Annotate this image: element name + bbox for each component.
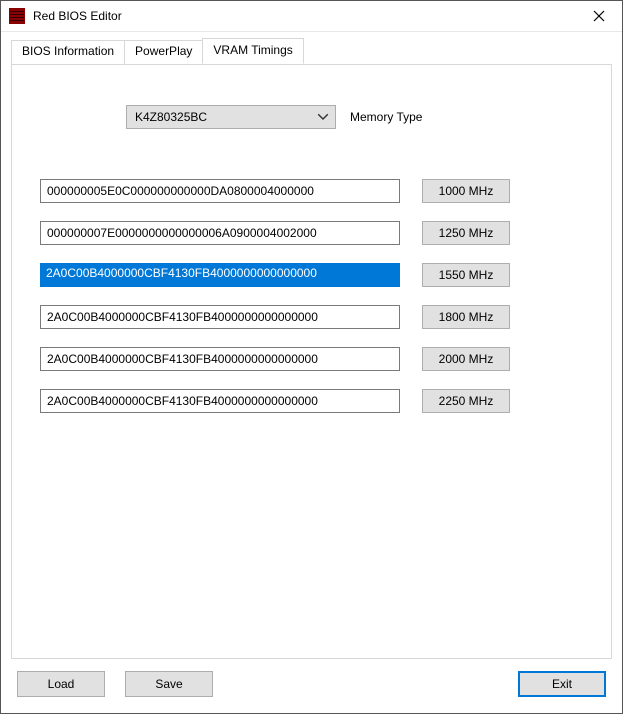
close-button[interactable]	[576, 1, 622, 32]
exit-button[interactable]: Exit	[518, 671, 606, 697]
bottom-button-bar: Load Save Exit	[11, 671, 612, 703]
timing-row: 1000 MHz	[40, 179, 583, 203]
memory-type-dropdown[interactable]: K4Z80325BC	[126, 105, 336, 129]
chevron-down-icon	[317, 111, 329, 123]
tab-vram-timings[interactable]: VRAM Timings	[202, 38, 303, 64]
timing-row: 1250 MHz	[40, 221, 583, 245]
window-title: Red BIOS Editor	[33, 9, 576, 23]
freq-button[interactable]: 2000 MHz	[422, 347, 510, 371]
load-button[interactable]: Load	[17, 671, 105, 697]
timing-input[interactable]	[40, 263, 400, 287]
freq-button[interactable]: 1000 MHz	[422, 179, 510, 203]
memory-type-selected: K4Z80325BC	[135, 110, 317, 124]
timing-input[interactable]	[40, 221, 400, 245]
freq-button[interactable]: 2250 MHz	[422, 389, 510, 413]
tab-bar: BIOS Information PowerPlay VRAM Timings	[11, 38, 612, 64]
freq-button[interactable]: 1800 MHz	[422, 305, 510, 329]
timing-rows: 1000 MHz 1250 MHz 2A0C00B4000000CBF4130F…	[40, 179, 583, 431]
freq-button[interactable]: 1250 MHz	[422, 221, 510, 245]
timing-row: 2000 MHz	[40, 347, 583, 371]
app-icon	[9, 8, 25, 24]
timing-input[interactable]	[40, 305, 400, 329]
timing-input[interactable]	[40, 179, 400, 203]
timing-row: 1800 MHz	[40, 305, 583, 329]
tab-bios-information[interactable]: BIOS Information	[11, 40, 125, 66]
memory-type-label: Memory Type	[350, 110, 422, 124]
timing-input[interactable]	[40, 347, 400, 371]
titlebar: Red BIOS Editor	[1, 1, 622, 32]
tab-panel-vram-timings: K4Z80325BC Memory Type 1000 MHz 1250 MHz…	[11, 64, 612, 659]
timing-row: 2A0C00B4000000CBF4130FB4000000000000000 …	[40, 263, 583, 287]
timing-row: 2250 MHz	[40, 389, 583, 413]
save-button[interactable]: Save	[125, 671, 213, 697]
freq-button[interactable]: 1550 MHz	[422, 263, 510, 287]
timing-input[interactable]	[40, 389, 400, 413]
tab-powerplay[interactable]: PowerPlay	[124, 40, 203, 66]
close-icon	[593, 10, 605, 22]
